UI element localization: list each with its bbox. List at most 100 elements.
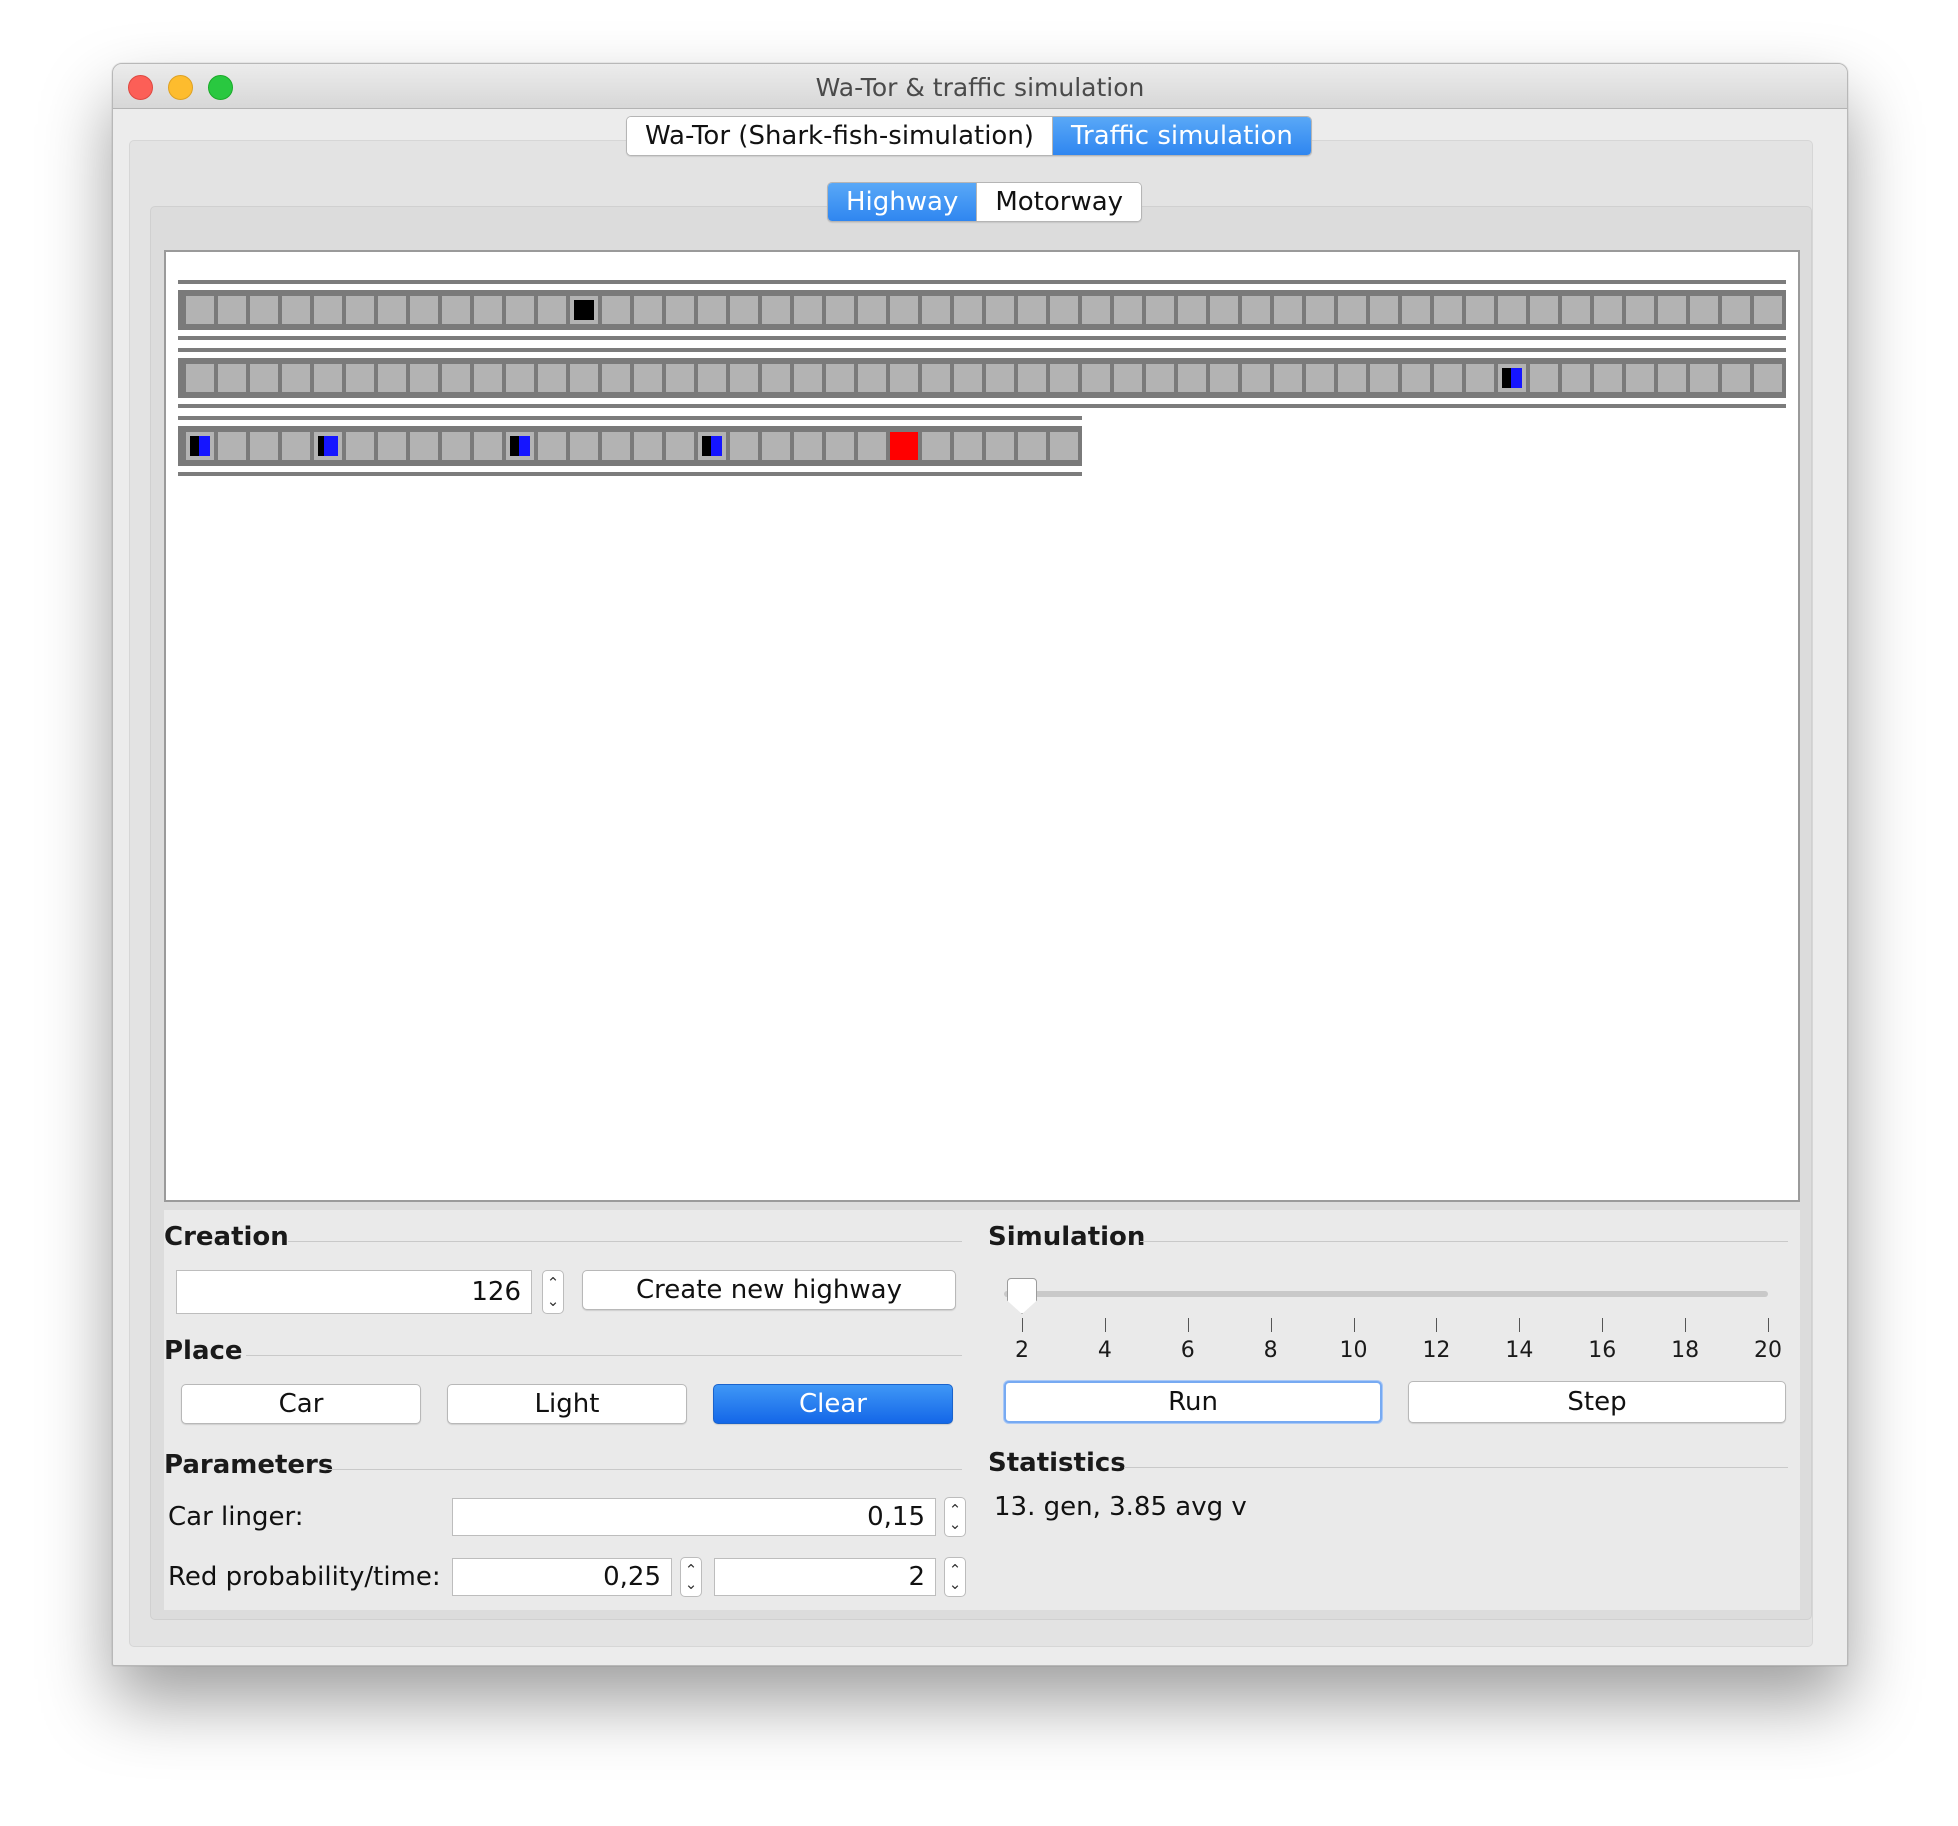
road-cell[interactable] — [1626, 296, 1654, 324]
road-cell[interactable] — [986, 296, 1014, 324]
road-cell[interactable] — [218, 364, 246, 392]
road-cell[interactable] — [474, 432, 502, 460]
car-linger-stepper[interactable]: ⌃ ⌄ — [944, 1497, 966, 1537]
road-cell[interactable] — [1210, 364, 1238, 392]
road-cell[interactable] — [1434, 296, 1462, 324]
car-cell[interactable] — [1498, 364, 1526, 392]
car-cell[interactable] — [506, 432, 534, 460]
road-cell[interactable] — [1530, 296, 1558, 324]
road-cell[interactable] — [602, 296, 630, 324]
road-cell[interactable] — [1722, 364, 1750, 392]
road-cell[interactable] — [1594, 364, 1622, 392]
road-cell[interactable] — [762, 432, 790, 460]
road-cell[interactable] — [698, 364, 726, 392]
road-cell[interactable] — [954, 432, 982, 460]
road-cell[interactable] — [250, 364, 278, 392]
road-cell[interactable] — [346, 364, 374, 392]
road-cell[interactable] — [314, 296, 342, 324]
road-cell[interactable] — [250, 296, 278, 324]
red-probability-stepper[interactable]: ⌃ ⌄ — [680, 1557, 702, 1597]
place-car-button[interactable]: Car — [181, 1384, 421, 1424]
road-cell[interactable] — [538, 364, 566, 392]
road-cell[interactable] — [634, 432, 662, 460]
car-cell[interactable] — [698, 432, 726, 460]
road-cell[interactable] — [762, 296, 790, 324]
road-cell[interactable] — [1178, 296, 1206, 324]
road-cell[interactable] — [794, 432, 822, 460]
road-cell[interactable] — [1050, 364, 1078, 392]
road-cell[interactable] — [954, 296, 982, 324]
step-button[interactable]: Step — [1408, 1381, 1786, 1423]
road-cell[interactable] — [794, 296, 822, 324]
road-cell[interactable] — [1114, 364, 1142, 392]
road-cell[interactable] — [666, 364, 694, 392]
road-cell[interactable] — [1146, 296, 1174, 324]
road-cell[interactable] — [282, 432, 310, 460]
road-cell[interactable] — [442, 364, 470, 392]
road-cell[interactable] — [282, 364, 310, 392]
road-cell[interactable] — [1178, 364, 1206, 392]
road-cell[interactable] — [474, 296, 502, 324]
road-cell[interactable] — [1242, 296, 1270, 324]
road-cell[interactable] — [506, 296, 534, 324]
road-cell[interactable] — [826, 296, 854, 324]
road-cell[interactable] — [730, 296, 758, 324]
road-cell[interactable] — [730, 432, 758, 460]
road-cell[interactable] — [986, 432, 1014, 460]
road-cell[interactable] — [890, 364, 918, 392]
road-cell[interactable] — [218, 432, 246, 460]
road-cell[interactable] — [1114, 296, 1142, 324]
stepper-down-icon[interactable]: ⌄ — [681, 1576, 701, 1592]
place-clear-button[interactable]: Clear — [713, 1384, 953, 1424]
road-cell[interactable] — [666, 432, 694, 460]
road-cell[interactable] — [762, 364, 790, 392]
road-cell[interactable] — [1434, 364, 1462, 392]
road-cell[interactable] — [1018, 432, 1046, 460]
road-cell[interactable] — [602, 432, 630, 460]
car-linger-field[interactable]: 0,15 — [452, 1498, 936, 1536]
road-cell[interactable] — [1306, 364, 1334, 392]
road-cell[interactable] — [378, 432, 406, 460]
road-cell[interactable] — [1626, 364, 1654, 392]
road-cell[interactable] — [1754, 296, 1782, 324]
tab-wator[interactable]: Wa-Tor (Shark-fish-simulation) — [627, 117, 1052, 155]
road-cell[interactable] — [282, 296, 310, 324]
create-highway-button[interactable]: Create new highway — [582, 1270, 956, 1310]
road-cell[interactable] — [378, 364, 406, 392]
car-cell[interactable] — [570, 296, 598, 324]
road-cell[interactable] — [410, 364, 438, 392]
tab-traffic-simulation[interactable]: Traffic simulation — [1051, 117, 1311, 155]
road-cell[interactable] — [1466, 296, 1494, 324]
road-cell[interactable] — [1690, 296, 1718, 324]
highway-length-stepper[interactable]: ⌃ ⌄ — [542, 1270, 564, 1314]
road-cell[interactable] — [538, 432, 566, 460]
road-cell[interactable] — [730, 364, 758, 392]
road-cell[interactable] — [1690, 364, 1718, 392]
road-cell[interactable] — [410, 296, 438, 324]
road-cell[interactable] — [410, 432, 438, 460]
road-cell[interactable] — [1498, 296, 1526, 324]
road-cell[interactable] — [922, 432, 950, 460]
road-cell[interactable] — [922, 364, 950, 392]
road-cell[interactable] — [1402, 364, 1430, 392]
speed-slider-thumb[interactable] — [1007, 1278, 1037, 1314]
road-cell[interactable] — [346, 296, 374, 324]
road-cell[interactable] — [538, 296, 566, 324]
road-cell[interactable] — [474, 364, 502, 392]
stepper-down-icon[interactable]: ⌄ — [945, 1576, 965, 1592]
road-cell[interactable] — [186, 296, 214, 324]
road-cell[interactable] — [1466, 364, 1494, 392]
road-cell[interactable] — [1562, 296, 1590, 324]
road-cell[interactable] — [506, 364, 534, 392]
road-cell[interactable] — [634, 364, 662, 392]
road-cell[interactable] — [1274, 296, 1302, 324]
road-cell[interactable] — [1050, 296, 1078, 324]
road-cell[interactable] — [1146, 364, 1174, 392]
road-cell[interactable] — [1370, 364, 1398, 392]
road-cell[interactable] — [986, 364, 1014, 392]
traffic-light-cell[interactable] — [890, 432, 918, 460]
road-cell[interactable] — [602, 364, 630, 392]
road-cell[interactable] — [1658, 296, 1686, 324]
run-button[interactable]: Run — [1004, 1381, 1382, 1423]
road-cell[interactable] — [826, 432, 854, 460]
